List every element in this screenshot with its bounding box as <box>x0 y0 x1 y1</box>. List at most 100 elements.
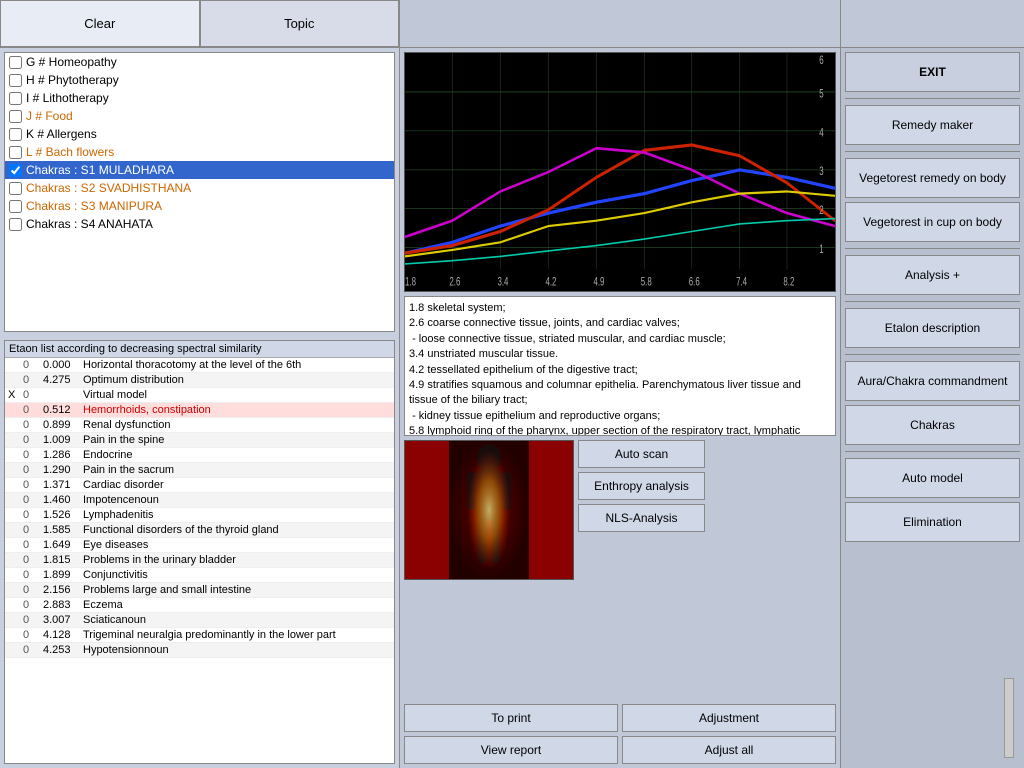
enthropy-analysis-button[interactable]: Enthropy analysis <box>578 472 705 500</box>
svg-text:3: 3 <box>819 166 824 179</box>
table-row[interactable]: 01.585Functional disorders of the thyroi… <box>5 523 394 538</box>
row-label: Pain in the sacrum <box>80 463 394 478</box>
exit-button[interactable]: EXIT <box>845 52 1020 92</box>
row-num: 1.371 <box>40 478 80 493</box>
checklist-item-label: G # Homeopathy <box>26 55 117 69</box>
checklist-item-label: K # Allergens <box>26 127 97 141</box>
table-row[interactable]: 02.883Eczema <box>5 598 394 613</box>
table-row[interactable]: 01.371Cardiac disorder <box>5 478 394 493</box>
svg-text:2: 2 <box>819 205 824 218</box>
table-row[interactable]: 01.815Problems in the urinary bladder <box>5 553 394 568</box>
row-x <box>5 358 20 373</box>
table-row[interactable]: 01.286Endocrine <box>5 448 394 463</box>
row-label: Virtual model <box>80 388 394 403</box>
checklist-item[interactable]: Chakras : S3 MANIPURA <box>5 197 394 215</box>
row-label: Horizontal thoracotomy at the level of t… <box>80 358 394 373</box>
checklist-item[interactable]: G # Homeopathy <box>5 53 394 71</box>
table-row[interactable]: 01.009Pain in the spine <box>5 433 394 448</box>
row-x <box>5 583 20 598</box>
checklist-item-label: Chakras : S4 ANAHATA <box>26 217 153 231</box>
chakras-button[interactable]: Chakras <box>845 405 1020 445</box>
etalon-section: Etaon list according to decreasing spect… <box>4 340 395 764</box>
checklist-item[interactable]: I # Lithotherapy <box>5 89 394 107</box>
row-x <box>5 538 20 553</box>
row-val: 0 <box>20 583 40 598</box>
topic-button[interactable]: Topic <box>200 0 400 47</box>
checklist-item[interactable]: Chakras : S1 MULADHARA <box>5 161 394 179</box>
checklist-item[interactable]: K # Allergens <box>5 125 394 143</box>
table-row[interactable]: 04.275Optimum distribution <box>5 373 394 388</box>
auto-scan-button[interactable]: Auto scan <box>578 440 705 468</box>
analysis-plus-button[interactable]: Analysis + <box>845 255 1020 295</box>
row-num: 0.000 <box>40 358 80 373</box>
row-x <box>5 448 20 463</box>
table-row[interactable]: 00.000Horizontal thoracotomy at the leve… <box>5 358 394 373</box>
row-x <box>5 493 20 508</box>
checklist-item[interactable]: J # Food <box>5 107 394 125</box>
svg-text:4.9: 4.9 <box>593 276 604 289</box>
checklist-item-label: I # Lithotherapy <box>26 91 109 105</box>
nls-analysis-button[interactable]: NLS-Analysis <box>578 504 705 532</box>
table-row[interactable]: 00.512Hemorrhoids, constipation <box>5 403 394 418</box>
row-num: 4.275 <box>40 373 80 388</box>
remedy-maker-button[interactable]: Remedy maker <box>845 105 1020 145</box>
auto-model-button[interactable]: Auto model <box>845 458 1020 498</box>
vegetorest-body-button[interactable]: Vegetorest remedy on body <box>845 158 1020 198</box>
checklist-item[interactable]: H # Phytotherapy <box>5 71 394 89</box>
etalon-table[interactable]: 0 0.000Horizontal thoracotomy at the leve… <box>5 358 394 763</box>
table-row[interactable]: 04.128Trigeminal neuralgia predominantly… <box>5 628 394 643</box>
table-row[interactable]: 01.460Impotencenoun <box>5 493 394 508</box>
checklist-item[interactable]: Chakras : S2 SVADHISTHANA <box>5 179 394 197</box>
row-num <box>40 388 80 403</box>
table-row[interactable]: 01.290Pain in the sacrum <box>5 463 394 478</box>
row-label: Eye diseases <box>80 538 394 553</box>
table-row[interactable]: 01.899Conjunctivitis <box>5 568 394 583</box>
svg-text:3.4: 3.4 <box>497 276 508 289</box>
to-print-button[interactable]: To print <box>404 704 618 732</box>
row-num: 2.156 <box>40 583 80 598</box>
description-box: 1.8 skeletal system; 2.6 coarse connecti… <box>404 296 836 436</box>
divider4 <box>845 301 1020 302</box>
checklist-item[interactable]: L # Bach flowers <box>5 143 394 161</box>
action-buttons-row: To print Adjustment <box>404 704 836 732</box>
svg-text:1.8: 1.8 <box>405 276 416 289</box>
aura-chakra-button[interactable]: Aura/Chakra commandment <box>845 361 1020 401</box>
checklist-item[interactable]: Chakras : S4 ANAHATA <box>5 215 394 233</box>
checklist[interactable]: G # Homeopathy H # Phytotherapy I # Lithot… <box>4 52 395 332</box>
row-x <box>5 433 20 448</box>
checklist-item-label: Chakras : S3 MANIPURA <box>26 199 162 213</box>
table-row[interactable]: 00.899Renal dysfunction <box>5 418 394 433</box>
row-num: 1.649 <box>40 538 80 553</box>
table-row[interactable]: 03.007Sciaticanoun <box>5 613 394 628</box>
center-lower-buttons: Auto scan Enthropy analysis NLS-Analysis <box>578 440 705 700</box>
row-label: Sciaticanoun <box>80 613 394 628</box>
adjust-all-button[interactable]: Adjust all <box>622 736 836 764</box>
row-num: 1.290 <box>40 463 80 478</box>
row-val: 0 <box>20 613 40 628</box>
left-panel: G # Homeopathy H # Phytotherapy I # Lithot… <box>0 48 400 768</box>
etalon-description-button[interactable]: Etalon description <box>845 308 1020 348</box>
table-row[interactable]: 04.253Hypotensionnoun <box>5 643 394 658</box>
top-bar: Clear Topic <box>0 0 1024 48</box>
vegetorest-cup-button[interactable]: Vegetorest in cup on body <box>845 202 1020 242</box>
view-report-button[interactable]: View report <box>404 736 618 764</box>
row-x <box>5 418 20 433</box>
row-label: Cardiac disorder <box>80 478 394 493</box>
row-num: 1.460 <box>40 493 80 508</box>
row-num: 4.128 <box>40 628 80 643</box>
row-val: 0 <box>20 433 40 448</box>
divider1 <box>845 98 1020 99</box>
row-num: 1.585 <box>40 523 80 538</box>
adjustment-button[interactable]: Adjustment <box>622 704 836 732</box>
table-row[interactable]: 01.649Eye diseases <box>5 538 394 553</box>
elimination-button[interactable]: Elimination <box>845 502 1020 542</box>
table-row[interactable]: 02.156Problems large and small intestine <box>5 583 394 598</box>
table-row[interactable]: X0Virtual model <box>5 388 394 403</box>
table-row[interactable]: 01.526Lymphadenitis <box>5 508 394 523</box>
svg-text:1: 1 <box>819 244 824 257</box>
checklist-item-label: L # Bach flowers <box>26 145 114 159</box>
row-x <box>5 598 20 613</box>
right-panel: EXIT Remedy maker Vegetorest remedy on b… <box>840 48 1024 768</box>
clear-button[interactable]: Clear <box>0 0 200 47</box>
row-x: X <box>5 388 20 403</box>
